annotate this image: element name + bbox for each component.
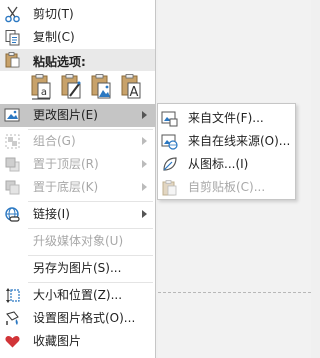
submenu-item-label: 来自文件(F)...	[188, 111, 264, 125]
menu-item-label: 升级媒体对象(U)	[33, 234, 124, 248]
chevron-right-icon	[142, 210, 147, 218]
menu-item-change-picture[interactable]: 更改图片(E)	[0, 104, 155, 127]
change-picture-icon	[4, 107, 21, 124]
submenu-item-from-online[interactable]: 来自在线来源(O)...	[158, 130, 295, 153]
menu-divider	[28, 201, 153, 202]
link-icon	[4, 206, 21, 223]
menu-item-send-to-back[interactable]: 置于底层(K)	[0, 176, 155, 199]
chevron-right-icon	[142, 160, 147, 168]
menu-item-copy[interactable]: 复制(C)	[0, 26, 155, 49]
menu-item-label: 置于底层(K)	[33, 180, 99, 194]
context-menu: 剪切(T) 复制(C) 粘贴选项: a A 更改图片(E) 组合(G) 置于顶层…	[0, 0, 156, 358]
picture-file-icon	[161, 110, 178, 127]
scissors-icon	[4, 6, 21, 23]
menu-item-label: 剪切(T)	[33, 7, 74, 21]
format-picture-icon	[4, 310, 21, 327]
merge-format-icon[interactable]	[60, 73, 82, 101]
menu-item-favorite-picture[interactable]: 收藏图片	[0, 330, 155, 353]
bring-to-front-icon	[4, 156, 21, 173]
menu-item-label: 置于顶层(R)	[33, 157, 99, 171]
menu-item-bring-to-front[interactable]: 置于顶层(R)	[0, 153, 155, 176]
menu-item-group[interactable]: 组合(G)	[0, 130, 155, 153]
placeholder-border	[158, 292, 311, 293]
menu-item-label: 更改图片(E)	[33, 108, 98, 122]
menu-item-save-as-picture[interactable]: 另存为图片(S)...	[0, 257, 155, 280]
icons-leaf-icon	[161, 156, 178, 173]
menu-item-format-picture[interactable]: 设置图片格式(O)...	[0, 307, 155, 330]
paste-options-label: 粘贴选项:	[33, 55, 86, 69]
chevron-right-icon	[142, 111, 147, 119]
send-to-back-icon	[4, 179, 21, 196]
menu-item-label: 复制(C)	[33, 30, 75, 44]
menu-item-upgrade-media[interactable]: 升级媒体对象(U)	[0, 230, 155, 253]
submenu-item-from-clipboard[interactable]: 自剪贴板(C)...	[158, 176, 295, 199]
svg-text:A: A	[130, 85, 139, 100]
keep-text-icon[interactable]: A	[120, 73, 142, 101]
menu-divider	[28, 282, 153, 283]
menu-item-cut[interactable]: 剪切(T)	[0, 3, 155, 26]
size-position-icon	[4, 287, 21, 304]
submenu-item-label: 自剪贴板(C)...	[188, 180, 266, 194]
menu-item-size-position[interactable]: 大小和位置(Z)...	[0, 284, 155, 307]
menu-item-label: 大小和位置(Z)...	[33, 288, 123, 302]
paste-as-picture-icon[interactable]	[90, 73, 112, 101]
clipboard-picture-icon	[161, 179, 178, 196]
menu-item-link[interactable]: 链接(I)	[0, 203, 155, 226]
menu-item-label: 收藏图片	[33, 334, 82, 348]
menu-item-label: 链接(I)	[33, 207, 70, 221]
submenu-item-label: 来自在线来源(O)...	[188, 134, 291, 148]
keep-text-only-icon[interactable]: a	[30, 73, 52, 101]
copy-icon	[4, 29, 21, 46]
svg-text:a: a	[41, 87, 47, 98]
submenu-item-from-file[interactable]: 来自文件(F)...	[158, 107, 295, 130]
chevron-right-icon	[142, 183, 147, 191]
menu-item-label: 组合(G)	[33, 134, 76, 148]
menu-item-label: 另存为图片(S)...	[33, 261, 122, 275]
change-picture-submenu: 来自文件(F)... 来自在线来源(O)... 从图标...(I) 自剪贴板(C…	[157, 103, 296, 200]
submenu-item-from-icons[interactable]: 从图标...(I)	[158, 153, 295, 176]
group-icon	[4, 133, 21, 150]
submenu-item-label: 从图标...(I)	[188, 157, 249, 171]
chevron-right-icon	[142, 137, 147, 145]
menu-divider	[28, 228, 153, 229]
clipboard-icon	[4, 51, 21, 68]
menu-divider	[28, 255, 153, 256]
paste-options-header: 粘贴选项:	[0, 49, 155, 71]
online-picture-icon	[161, 133, 178, 150]
menu-item-label: 设置图片格式(O)...	[33, 311, 136, 325]
heart-icon	[4, 333, 21, 350]
